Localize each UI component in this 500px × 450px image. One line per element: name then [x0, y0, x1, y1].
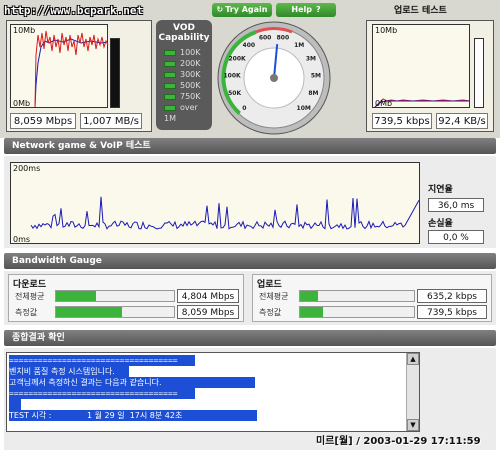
network-y-bottom: 0ms: [13, 235, 31, 244]
upload-avg-label: 전체평균: [259, 292, 289, 301]
latency-label: 지연율: [428, 185, 453, 195]
scroll-down-icon[interactable]: ▼: [407, 419, 419, 431]
try-again-button[interactable]: ↻ Try Again: [212, 3, 272, 17]
gauge-tick-label: 600: [259, 35, 272, 42]
download-avg-label: 전체평균: [15, 292, 45, 301]
gauge-dial: 0 50K 100K 200K 400600 800 1M3M 5M 8M 10M: [217, 21, 331, 135]
download-chart: 10Mb 0Mb: [10, 24, 109, 108]
download-avg-bar: [55, 290, 175, 302]
download-gauge-heading: 다운로드: [13, 280, 47, 290]
summary-line: ===================================: [9, 388, 195, 399]
upload-gauge-group: 업로드 전체평균 635,2 kbps 측정값 739,5 kbps: [252, 274, 492, 322]
upload-title: 업로드 테스트: [394, 6, 447, 16]
vod-led-icon: [164, 104, 176, 111]
upload-level-bar: [474, 38, 484, 108]
upload-gauge-heading: 업로드: [257, 280, 282, 290]
summary-line: TEST 시각 : 1 월 29 일 17시 8분 42초: [9, 410, 257, 421]
upload-speed-kbs: 92,4 KB/s: [436, 113, 488, 129]
upload-y-bottom: 0Mb: [375, 99, 393, 108]
upload-measured-value: 739,5 kbps: [417, 305, 487, 319]
gauge-tick-label: 100K: [224, 73, 242, 80]
summary-scrollbar[interactable]: ▲ ▼: [406, 353, 419, 431]
vod-led-icon: [164, 93, 176, 100]
upload-avg-bar: [299, 290, 415, 302]
vod-item: 300K: [164, 69, 212, 80]
summary-line: [9, 399, 21, 410]
vod-led-icon: [164, 60, 176, 67]
summary-line: ===================================: [9, 355, 195, 366]
vod-led-icon: [164, 82, 176, 89]
loss-label: 손실율: [428, 219, 453, 229]
speed-gauge: 0 50K 100K 200K 400 600 800 1M 3M 5M 8M 10M: [216, 18, 332, 136]
summary-line: 고객님께서 측정하신 결과는 다음과 같습니다.: [9, 377, 255, 388]
download-y-bottom: 0Mb: [13, 99, 31, 108]
help-button[interactable]: Help?: [276, 3, 336, 17]
gauge-tick-label: 0: [242, 105, 246, 112]
gauge-tick-label: 400: [243, 42, 256, 49]
vod-item: 200K: [164, 58, 212, 69]
loss-value: 0,0 %: [428, 230, 484, 244]
gauge-tick-label: 50K: [228, 90, 241, 97]
network-section-header: Network game & VoIP 테스트: [4, 138, 496, 154]
upload-y-top: 10Mb: [375, 26, 398, 35]
upload-measured-label: 측정값: [259, 308, 282, 317]
vod-panel: VOD Capability 100K 200K 300K 500K 750K …: [156, 20, 212, 130]
vod-item: over 1M: [164, 103, 198, 123]
download-chart-plot: [34, 30, 109, 108]
upload-avg-value: 635,2 kbps: [417, 289, 487, 303]
vod-title-2: Capability: [158, 33, 210, 43]
footer-stamp: 미르[월] / 2003-01-29 17:11:59: [316, 436, 481, 447]
vod-item: 500K: [164, 80, 212, 91]
download-gauge-group: 다운로드 전체평균 4,804 Mbps 측정값 8,059 Mbps: [8, 274, 244, 322]
gauge-tick-label: 3M: [306, 55, 316, 62]
refresh-icon: ↻: [216, 5, 224, 14]
summary-textarea[interactable]: =================================== 벤치비 …: [6, 352, 420, 432]
vod-led-icon: [164, 49, 176, 56]
download-y-top: 10Mb: [13, 26, 36, 35]
gauge-tick-label: 5M: [311, 73, 321, 80]
download-speed-mbps: 8,059 Mbps: [10, 113, 76, 129]
download-avg-value: 4,804 Mbps: [177, 289, 239, 303]
vod-led-icon: [164, 71, 176, 78]
network-chart: 200ms 0ms: [10, 162, 420, 244]
upload-chart: 10Mb 0Mb: [372, 24, 471, 108]
upload-measured-bar: [299, 306, 415, 318]
download-measured-value: 8,059 Mbps: [177, 305, 239, 319]
gauge-tick-label: 200K: [229, 55, 247, 62]
scroll-up-icon[interactable]: ▲: [407, 353, 419, 365]
latency-chart-plot: [30, 196, 420, 230]
bandwidth-section-header: Bandwidth Gauge: [4, 253, 496, 269]
download-measured-label: 측정값: [15, 308, 38, 317]
download-level-bar: [110, 38, 120, 108]
download-speed-mbs: 1,007 MB/s: [80, 113, 142, 129]
latency-value: 36,0 ms: [428, 198, 484, 212]
watermark-text: http://www.bcpark.net: [4, 4, 144, 17]
question-icon: ?: [315, 5, 321, 14]
vod-item: 100K: [164, 47, 212, 58]
network-y-top: 200ms: [13, 164, 41, 173]
vod-title-1: VOD: [173, 23, 195, 33]
upload-chart-plot: [374, 98, 471, 108]
gauge-tick-label: 1M: [294, 42, 304, 49]
gauge-tick-label: 800: [277, 35, 290, 42]
summary-line: 벤치비 품질 측정 시스템입니다.: [9, 366, 129, 377]
gauge-tick-label: 8M: [308, 90, 318, 97]
upload-speed-kbps: 739,5 kbps: [372, 113, 432, 129]
summary-section-header: 종합결과 확인: [4, 330, 496, 346]
vod-item: 750K: [164, 91, 212, 102]
download-measured-bar: [55, 306, 175, 318]
gauge-tick-label: 10M: [297, 105, 311, 112]
